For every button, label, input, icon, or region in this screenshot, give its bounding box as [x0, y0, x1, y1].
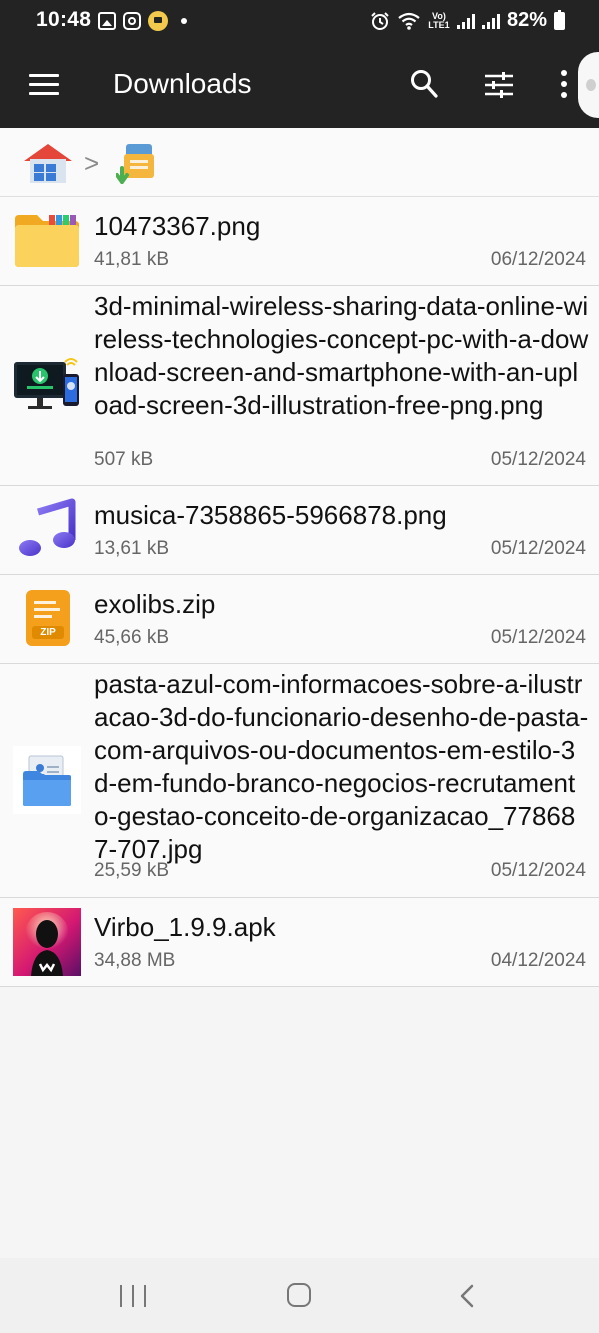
music-note-icon — [19, 498, 76, 556]
more-options-icon[interactable] — [558, 70, 570, 102]
navigation-bar — [0, 1258, 599, 1333]
file-size: 34,88 MB — [94, 950, 176, 971]
search-icon[interactable] — [410, 69, 438, 99]
computer-phone-thumbnail — [14, 358, 79, 409]
file-row[interactable]: 10473367.png 41,81 kB 06/12/2024 — [0, 197, 599, 286]
file-date: 05/12/2024 — [490, 627, 586, 648]
file-name: Virbo_1.9.9.apk — [94, 912, 276, 942]
file-date: 04/12/2024 — [490, 950, 586, 971]
file-name: pasta-azul-com-informacoes-sobre-a-ilust… — [94, 669, 589, 864]
volte-label: Vo) LTE1 — [428, 10, 450, 30]
recent-apps-button[interactable] — [120, 1285, 146, 1307]
status-time: 10:48 — [36, 8, 92, 31]
home-icon[interactable] — [22, 142, 74, 184]
breadcrumb: > — [0, 128, 599, 197]
file-list: 10473367.png 41,81 kB 06/12/2024 3d-mini… — [0, 197, 599, 987]
file-row[interactable]: Virbo_1.9.9.apk 34,88 MB 04/12/2024 — [0, 898, 599, 987]
notification-icons — [98, 11, 187, 31]
gallery-icon — [98, 12, 116, 30]
instagram-icon — [123, 12, 141, 30]
zip-label: ZIP — [32, 626, 64, 639]
file-size: 13,61 kB — [94, 538, 169, 559]
menu-icon[interactable] — [29, 74, 59, 96]
file-row[interactable]: ZIP exolibs.zip 45,66 kB 05/12/2024 — [0, 575, 599, 664]
file-name: exolibs.zip — [94, 589, 216, 619]
edge-panel-handle[interactable] — [578, 52, 599, 118]
file-date: 06/12/2024 — [490, 249, 586, 270]
zip-file-icon: ZIP — [26, 590, 70, 646]
more-notifications-dot — [181, 18, 187, 24]
virbo-app-icon — [13, 908, 81, 976]
app-notification-icon — [148, 11, 168, 31]
file-date: 05/12/2024 — [490, 538, 586, 559]
file-size: 25,59 kB — [94, 860, 169, 881]
filter-icon[interactable] — [484, 71, 514, 99]
back-button[interactable] — [460, 1284, 474, 1308]
battery-percent: 82% — [506, 9, 547, 31]
signal-icon-2 — [481, 13, 500, 29]
file-size: 41,81 kB — [94, 249, 169, 270]
file-size: 45,66 kB — [94, 627, 169, 648]
downloads-folder-icon[interactable] — [116, 140, 156, 184]
file-size: 507 kB — [94, 449, 154, 470]
page-title: Downloads — [113, 68, 252, 99]
system-icons: Vo) LTE1 82% — [370, 9, 565, 32]
file-row[interactable]: musica-7358865-5966878.png 13,61 kB 05/1… — [0, 486, 599, 575]
battery-icon — [554, 9, 565, 30]
file-date: 05/12/2024 — [490, 860, 586, 881]
signal-icon-1 — [456, 13, 475, 29]
file-name: 10473367.png — [94, 211, 261, 241]
file-row[interactable]: 3d-minimal-wireless-sharing-data-online-… — [0, 286, 599, 486]
file-row[interactable]: pasta-azul-com-informacoes-sobre-a-ilust… — [0, 664, 599, 898]
breadcrumb-separator: > — [84, 148, 100, 178]
blue-folder-thumbnail — [13, 746, 81, 814]
file-name: musica-7358865-5966878.png — [94, 500, 447, 530]
alarm-icon — [371, 11, 389, 30]
file-name: 3d-minimal-wireless-sharing-data-online-… — [94, 291, 589, 420]
status-bar: 10:48 Vo) LTE1 82% — [0, 0, 599, 42]
file-date: 05/12/2024 — [490, 449, 586, 470]
wifi-icon — [398, 12, 420, 30]
home-button[interactable] — [287, 1283, 311, 1307]
folder-icon — [15, 215, 79, 267]
app-bar: Downloads — [0, 42, 599, 128]
